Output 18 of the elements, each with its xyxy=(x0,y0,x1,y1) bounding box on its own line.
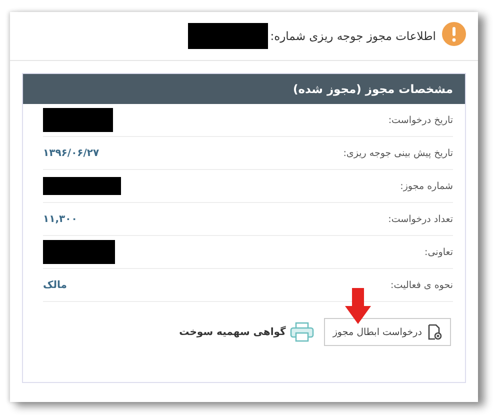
redaction-block xyxy=(43,108,113,132)
field-value: ۱۳۹۶/۰۶/۲۷ xyxy=(43,148,100,158)
cancel-request-button[interactable]: درخواست ابطال مجوز xyxy=(324,318,451,346)
redaction-block xyxy=(43,240,115,264)
dialog-title: اطلاعات مجوز جوجه ریزی شماره: xyxy=(270,29,436,43)
field-label: تاریخ درخواست: xyxy=(388,114,453,126)
field-label: نحوه ی فعالیت: xyxy=(390,280,453,290)
panel-header: مشخصات مجوز (مجوز شده) xyxy=(23,74,465,104)
printer-icon xyxy=(290,322,314,342)
field-label: تاریخ پیش بینی جوجه ریزی: xyxy=(343,148,453,158)
document-icon xyxy=(428,324,442,340)
field-label: شماره مجوز: xyxy=(400,180,453,192)
field-value: مالک xyxy=(43,280,67,290)
field-label: تعداد درخواست: xyxy=(388,214,453,224)
arrow-icon xyxy=(345,288,371,324)
fuel-certificate-link[interactable]: گواهی سهمیه سوخت xyxy=(179,322,314,342)
field-value: ۱۱,۳۰۰ xyxy=(43,214,78,224)
field-label: تعاونی: xyxy=(424,246,453,258)
